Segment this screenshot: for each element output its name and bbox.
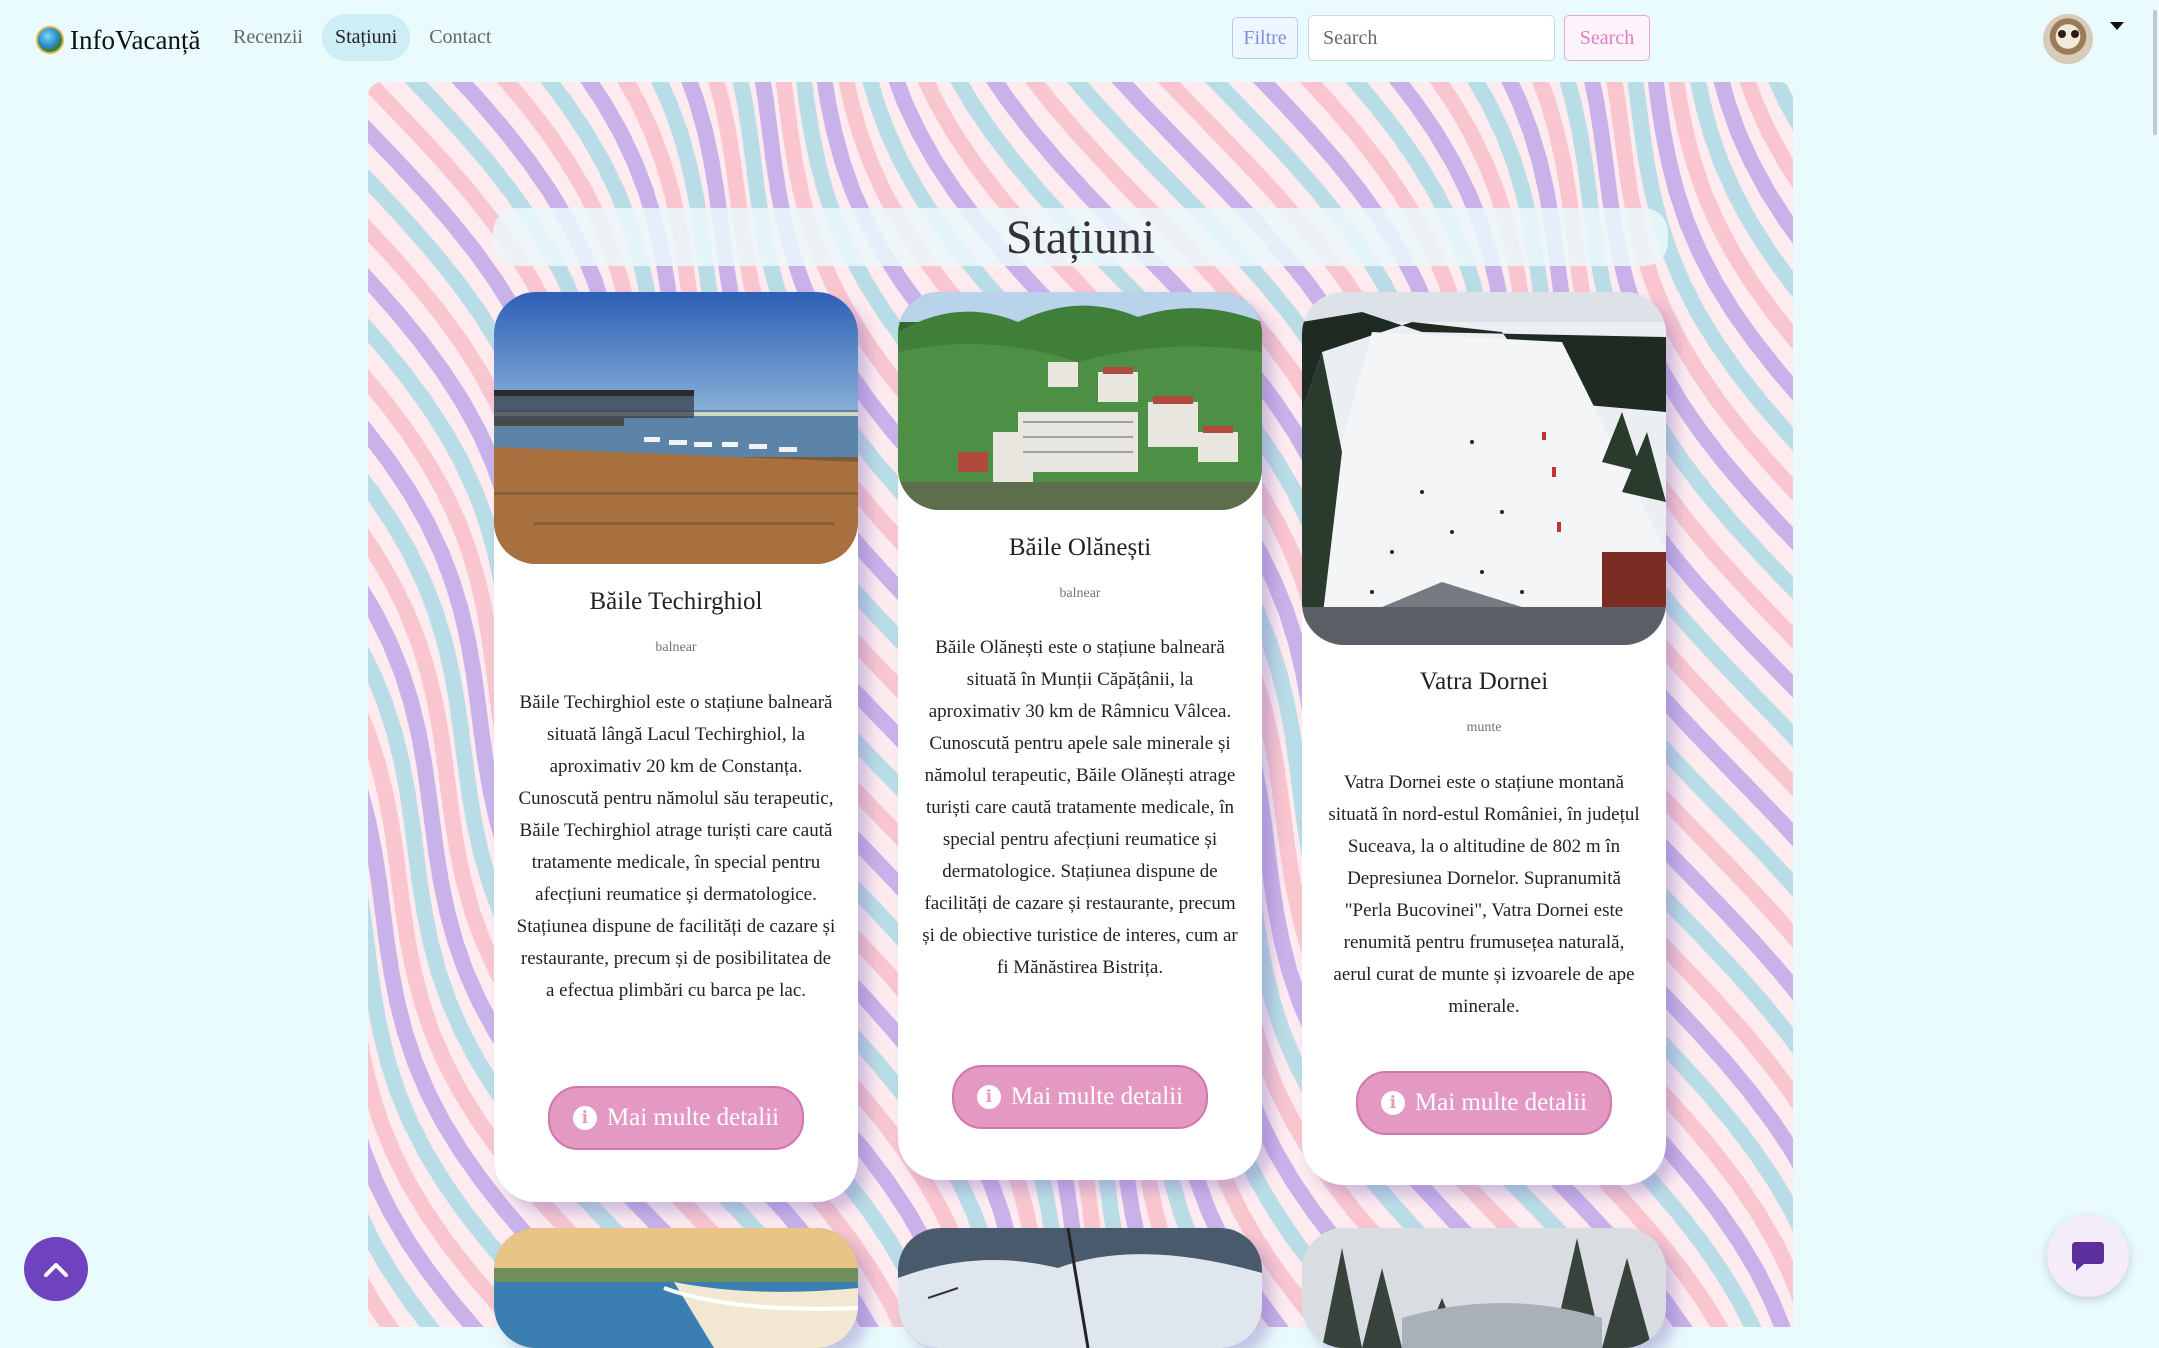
- user-avatar[interactable]: [2043, 14, 2093, 64]
- details-button-label: Mai multe detalii: [1414, 1089, 1588, 1116]
- globe-logo-icon: [36, 26, 64, 54]
- nav-link-recenzii[interactable]: Recenzii: [220, 14, 316, 61]
- station-description: Vatra Dornei este o stațiune montană sit…: [1328, 772, 1640, 1017]
- chevron-down-icon[interactable]: [2110, 22, 2124, 30]
- station-title: Băile Techirghiol: [589, 588, 763, 615]
- details-button-label: Mai multe detalii: [606, 1104, 780, 1131]
- station-description: Băile Techirghiol este o stațiune balnea…: [516, 692, 836, 1001]
- info-icon: i: [1380, 1091, 1405, 1115]
- station-image-techirghiol: [494, 292, 858, 564]
- page-scrollbar[interactable]: [2153, 10, 2157, 135]
- station-card-row2-right: [1302, 1228, 1666, 1348]
- station-image-olanesti: [898, 292, 1262, 510]
- station-image-mountain-gondola: [898, 1228, 1262, 1348]
- brand-name: InfoVacanță: [70, 24, 201, 55]
- station-card-row2-middle: [898, 1228, 1262, 1348]
- station-image-seaside: [494, 1228, 858, 1348]
- wave-stripe: [368, 82, 375, 1327]
- station-image-vatra-dornei: [1302, 292, 1666, 645]
- chat-icon: [2072, 1242, 2104, 1271]
- details-button-label: Mai multe detalii: [1010, 1083, 1184, 1110]
- page-title-bar: Stațiuni: [493, 208, 1668, 266]
- chevron-up-icon: [44, 1263, 68, 1277]
- search-input[interactable]: [1308, 15, 1555, 61]
- station-category: munte: [1466, 720, 1502, 735]
- station-category: balnear: [655, 640, 697, 655]
- details-button[interactable]: i Mai multe detalii: [1356, 1071, 1612, 1135]
- nav-link-contact[interactable]: Contact: [416, 14, 504, 61]
- station-title: Băile Olănești: [1008, 534, 1152, 561]
- nav-link-statiuni[interactable]: Stațiuni: [321, 14, 411, 61]
- station-description: Băile Olănești este o stațiune balneară …: [922, 637, 1238, 978]
- back-to-top-button[interactable]: [24, 1237, 88, 1301]
- station-category: balnear: [1059, 586, 1101, 601]
- chat-button[interactable]: [2047, 1215, 2129, 1297]
- details-button[interactable]: i Mai multe detalii: [548, 1086, 804, 1150]
- details-button[interactable]: i Mai multe detalii: [952, 1065, 1208, 1129]
- brand-link[interactable]: InfoVacanță: [36, 20, 200, 60]
- station-title: Vatra Dornei: [1419, 668, 1549, 695]
- station-card-techirghiol: Băile Techirghiol balnear Băile Techirgh…: [494, 292, 858, 1202]
- station-card-row2-left: [494, 1228, 858, 1348]
- navbar: InfoVacanță Recenzii Stațiuni Contact Fi…: [0, 0, 2159, 80]
- info-icon: i: [976, 1085, 1001, 1109]
- page-title: Stațiuni: [1005, 210, 1156, 264]
- station-card-vatra-dornei: Vatra Dornei munte Vatra Dornei este o s…: [1302, 292, 1666, 1185]
- info-icon: i: [572, 1106, 597, 1130]
- station-card-olanesti: Băile Olănești balnear Băile Olănești es…: [898, 292, 1262, 1180]
- search-button[interactable]: Search: [1564, 15, 1650, 61]
- filter-button[interactable]: Filtre: [1232, 17, 1298, 59]
- nav-links: Recenzii Stațiuni Contact: [220, 14, 504, 61]
- station-image-snowy-forest: [1302, 1228, 1666, 1348]
